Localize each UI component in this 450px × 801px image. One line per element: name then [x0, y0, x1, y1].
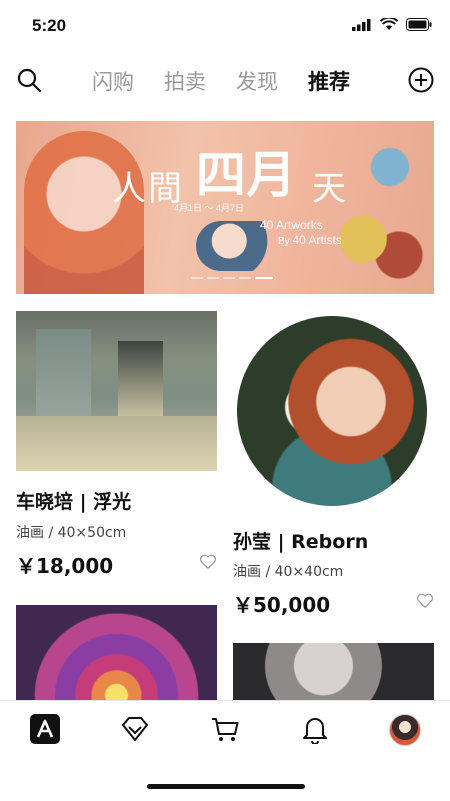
banner-illustration-girl	[24, 131, 144, 294]
add-icon[interactable]	[408, 67, 434, 93]
app-logo-icon[interactable]	[30, 714, 60, 744]
artwork-image[interactable]	[237, 316, 427, 506]
category-tabs: 闪购 拍卖 发现 推荐	[92, 66, 350, 96]
top-nav: 闪购 拍卖 发现 推荐	[0, 58, 450, 102]
tab-recommend[interactable]: 推荐	[308, 66, 350, 96]
banner-page-indicator	[191, 277, 273, 279]
artwork-title[interactable]: 车晓培 | 浮光	[16, 487, 131, 514]
tab-discover[interactable]: 发现	[236, 66, 278, 96]
banner-illustration-figures	[336, 127, 426, 287]
diamond-icon[interactable]	[120, 714, 150, 744]
status-bar: 5:20	[0, 0, 450, 50]
page-dot	[207, 277, 219, 279]
home-indicator[interactable]	[147, 784, 305, 789]
wifi-icon	[380, 18, 398, 30]
artwork-image[interactable]	[16, 605, 217, 700]
artwork-price: ￥18,000	[16, 554, 114, 578]
status-time: 5:20	[32, 16, 67, 35]
page-dot	[191, 277, 203, 279]
artwork-floor-shape	[16, 416, 217, 471]
banner-artists-count: 40 Artists	[292, 233, 342, 247]
artwork-title[interactable]: 孙莹 | Reborn	[233, 527, 368, 554]
tab-flash-sale[interactable]: 闪购	[92, 66, 134, 96]
battery-icon	[406, 18, 432, 31]
avatar[interactable]	[389, 714, 421, 746]
search-icon[interactable]	[16, 67, 42, 93]
banner-dates: 4月1日 ～ 4月7日	[174, 203, 245, 213]
artwork-image[interactable]	[16, 311, 217, 471]
artwork-price: ￥50,000	[233, 593, 331, 617]
banner-artworks-count: 40 Artworks	[260, 218, 323, 232]
status-icons	[352, 18, 432, 31]
artwork-meta: 油画 / 40×50cm	[16, 525, 127, 541]
heart-icon[interactable]	[199, 553, 217, 571]
banner-by: By	[278, 236, 290, 247]
artwork-image[interactable]	[233, 643, 434, 700]
page-dot-active	[255, 277, 273, 279]
heart-icon[interactable]	[416, 592, 434, 610]
promo-banner[interactable]: 人間 四月 天 4月1日 ～ 4月7日 40 Artworks By 40 Ar…	[16, 121, 434, 294]
banner-title-right: 天	[312, 169, 346, 209]
banner-artists-line: By 40 Artists	[278, 233, 342, 247]
page-dot	[239, 277, 251, 279]
cellular-signal-icon	[352, 18, 371, 31]
cart-icon[interactable]	[210, 714, 240, 744]
artwork-door-shape	[118, 341, 163, 421]
artwork-meta: 油画 / 40×40cm	[233, 564, 344, 580]
banner-title-main: 四月	[196, 145, 296, 204]
tab-auction[interactable]: 拍卖	[164, 66, 206, 96]
bell-icon[interactable]	[300, 714, 330, 744]
page-dot	[223, 277, 235, 279]
